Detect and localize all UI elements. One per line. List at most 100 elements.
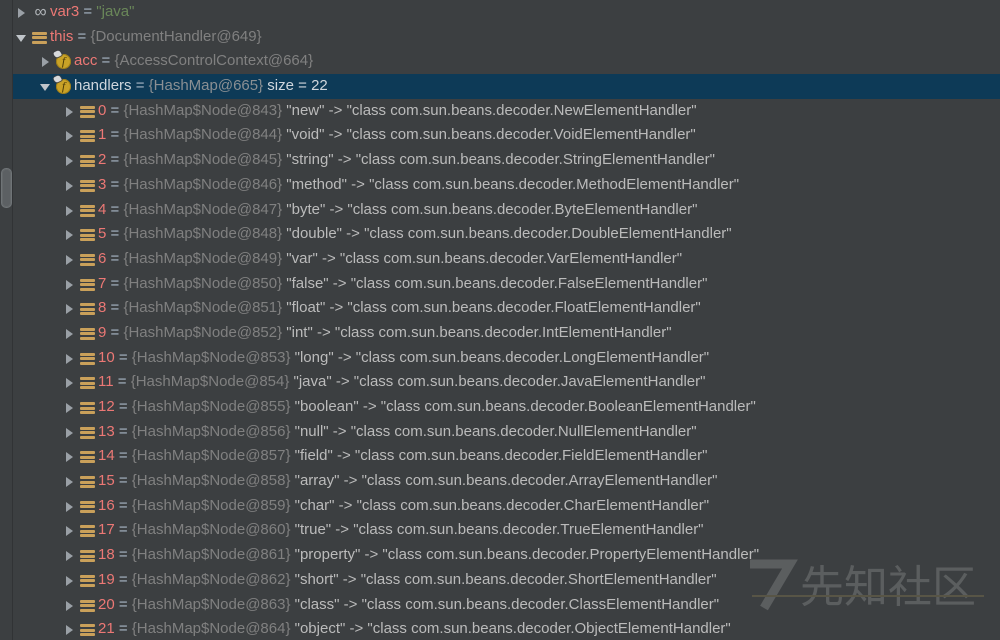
object-type-ref: {HashMap$Node@844} xyxy=(123,126,283,144)
tree-row[interactable]: 6 = {HashMap$Node@849} "var" -> "class c… xyxy=(0,247,1000,272)
tree-row[interactable]: handlers = {HashMap@665} size = 22 xyxy=(0,74,1000,99)
chevron-right-icon[interactable] xyxy=(62,543,78,568)
tree-row[interactable]: 5 = {HashMap$Node@848} "double" -> "clas… xyxy=(0,222,1000,247)
object-type-ref: {HashMap$Node@852} xyxy=(123,323,283,341)
object-node-icon xyxy=(78,593,98,618)
map-key-string: "property" xyxy=(290,546,361,564)
tree-row[interactable]: 4 = {HashMap$Node@847} "byte" -> "class … xyxy=(0,198,1000,223)
tree-row[interactable]: 21 = {HashMap$Node@864} "object" -> "cla… xyxy=(0,617,1000,640)
equals-sign: = xyxy=(106,323,124,341)
maps-to-arrow: -> xyxy=(334,496,357,514)
chevron-right-icon[interactable] xyxy=(62,444,78,469)
maps-to-arrow: -> xyxy=(345,620,368,638)
value-text: "class com.sun.beans.decoder.ObjectEleme… xyxy=(367,620,731,638)
chevron-right-icon[interactable] xyxy=(14,0,30,25)
object-type-ref: {HashMap$Node@856} xyxy=(131,422,291,440)
map-key-string: "void" xyxy=(282,126,325,144)
object-type-ref: {HashMap$Node@850} xyxy=(123,274,283,292)
chevron-right-icon[interactable] xyxy=(62,296,78,321)
vertical-scrollbar-thumb[interactable] xyxy=(1,168,12,208)
chevron-right-icon[interactable] xyxy=(62,518,78,543)
equals-sign: = xyxy=(114,348,132,366)
tree-row[interactable]: this = {DocumentHandler@649} xyxy=(0,25,1000,50)
chevron-right-icon[interactable] xyxy=(62,420,78,445)
equals-sign: = xyxy=(106,101,124,119)
value-text: "class com.sun.beans.decoder.StringEleme… xyxy=(355,151,715,169)
chevron-right-icon[interactable] xyxy=(62,370,78,395)
tree-row[interactable]: 20 = {HashMap$Node@863} "class" -> "clas… xyxy=(0,593,1000,618)
object-type-ref: {HashMap$Node@862} xyxy=(131,570,291,588)
tree-row[interactable]: 12 = {HashMap$Node@855} "boolean" -> "cl… xyxy=(0,395,1000,420)
object-node-icon xyxy=(78,247,98,272)
tree-row[interactable]: 14 = {HashMap$Node@857} "field" -> "clas… xyxy=(0,444,1000,469)
chevron-right-icon[interactable] xyxy=(62,494,78,519)
tree-row[interactable]: 9 = {HashMap$Node@852} "int" -> "class c… xyxy=(0,321,1000,346)
chevron-right-icon[interactable] xyxy=(62,568,78,593)
chevron-right-icon[interactable] xyxy=(62,99,78,124)
equals-sign: = xyxy=(97,52,115,70)
field-icon xyxy=(53,74,74,99)
tree-row[interactable]: 19 = {HashMap$Node@862} "short" -> "clas… xyxy=(0,568,1000,593)
object-type-ref: {HashMap$Node@848} xyxy=(123,225,283,243)
map-key-string: "method" xyxy=(282,175,347,193)
tree-row[interactable]: 17 = {HashMap$Node@860} "true" -> "class… xyxy=(0,518,1000,543)
variables-tree[interactable]: var3 = "java"this = {DocumentHandler@649… xyxy=(0,0,1000,640)
chevron-right-icon[interactable] xyxy=(62,173,78,198)
tree-row[interactable]: var3 = "java" xyxy=(0,0,1000,25)
value-text: "class com.sun.beans.decoder.ArrayElemen… xyxy=(361,472,718,490)
equals-sign: = xyxy=(79,3,97,20)
tree-row[interactable]: 11 = {HashMap$Node@854} "java" -> "class… xyxy=(0,370,1000,395)
chevron-right-icon[interactable] xyxy=(62,247,78,272)
value-text: "class com.sun.beans.decoder.ByteElement… xyxy=(347,200,698,218)
size-label: size = 22 xyxy=(263,77,328,95)
chevron-right-icon[interactable] xyxy=(62,123,78,148)
chevron-right-icon[interactable] xyxy=(62,148,78,173)
tree-row[interactable]: 10 = {HashMap$Node@853} "long" -> "class… xyxy=(0,346,1000,371)
tree-row[interactable]: 8 = {HashMap$Node@851} "float" -> "class… xyxy=(0,296,1000,321)
chevron-right-icon[interactable] xyxy=(62,469,78,494)
tree-row[interactable]: 3 = {HashMap$Node@846} "method" -> "clas… xyxy=(0,173,1000,198)
object-type-ref: {HashMap$Node@843} xyxy=(123,101,283,119)
chevron-right-icon[interactable] xyxy=(62,395,78,420)
tree-row[interactable]: acc = {AccessControlContext@664} xyxy=(0,49,1000,74)
chevron-right-icon[interactable] xyxy=(62,222,78,247)
maps-to-arrow: -> xyxy=(317,249,340,267)
value-text: "class com.sun.beans.decoder.IntElementH… xyxy=(334,323,672,341)
chevron-down-icon[interactable] xyxy=(14,25,30,50)
tree-row[interactable]: 16 = {HashMap$Node@859} "char" -> "class… xyxy=(0,494,1000,519)
field-icon xyxy=(53,49,74,74)
variable-name: acc xyxy=(74,52,98,70)
value-text: "class com.sun.beans.decoder.DoubleEleme… xyxy=(364,225,732,243)
equals-sign: = xyxy=(114,472,132,490)
object-node-icon xyxy=(78,198,98,223)
entry-index: 17 xyxy=(98,521,115,539)
tree-row[interactable]: 0 = {HashMap$Node@843} "new" -> "class c… xyxy=(0,99,1000,124)
vertical-scrollbar-track[interactable] xyxy=(0,0,12,640)
chevron-right-icon[interactable] xyxy=(62,198,78,223)
tree-row[interactable]: 15 = {HashMap$Node@858} "array" -> "clas… xyxy=(0,469,1000,494)
maps-to-arrow: -> xyxy=(332,447,355,465)
equals-sign: = xyxy=(106,299,124,317)
chevron-right-icon[interactable] xyxy=(62,593,78,618)
tree-row[interactable]: 1 = {HashMap$Node@844} "void" -> "class … xyxy=(0,123,1000,148)
maps-to-arrow: -> xyxy=(346,175,370,193)
variable-name: this xyxy=(50,27,74,45)
equals-sign: = xyxy=(106,126,124,144)
object-type-ref: {HashMap$Node@853} xyxy=(131,348,291,366)
chevron-right-icon[interactable] xyxy=(62,346,78,371)
chevron-down-icon[interactable] xyxy=(38,74,54,99)
chevron-right-icon[interactable] xyxy=(62,617,78,640)
chevron-right-icon[interactable] xyxy=(62,272,78,297)
object-node-icon xyxy=(78,469,98,494)
object-node-icon xyxy=(78,173,98,198)
maps-to-arrow: -> xyxy=(325,299,348,317)
tree-row[interactable]: 18 = {HashMap$Node@861} "property" -> "c… xyxy=(0,543,1000,568)
chevron-right-icon[interactable] xyxy=(38,49,54,74)
tree-row[interactable]: 13 = {HashMap$Node@856} "null" -> "class… xyxy=(0,420,1000,445)
chevron-right-icon[interactable] xyxy=(62,321,78,346)
entry-index: 19 xyxy=(98,570,115,588)
tree-row[interactable]: 2 = {HashMap$Node@845} "string" -> "clas… xyxy=(0,148,1000,173)
tree-row[interactable]: 7 = {HashMap$Node@850} "false" -> "class… xyxy=(0,272,1000,297)
value-text: "class com.sun.beans.decoder.LongElement… xyxy=(355,348,710,366)
object-node-icon xyxy=(78,617,98,640)
